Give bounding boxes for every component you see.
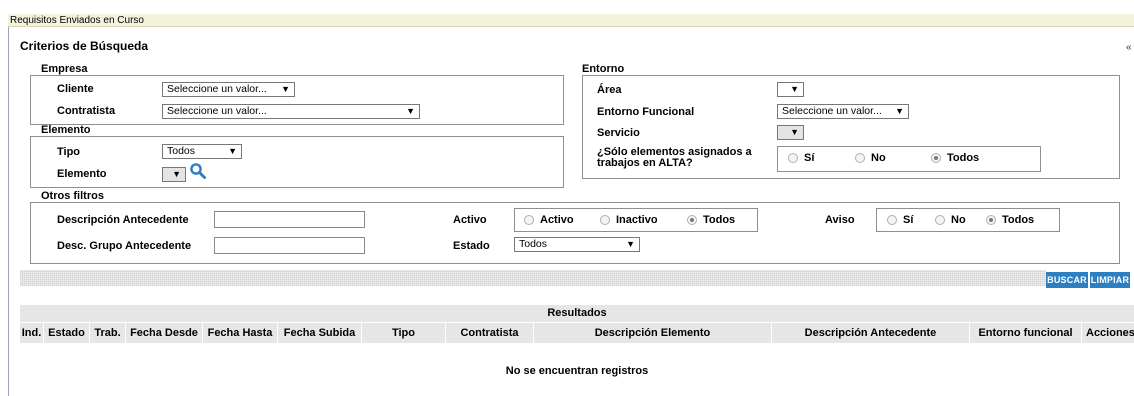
cliente-label: Cliente — [57, 83, 94, 95]
area-select[interactable]: ▼ — [777, 82, 804, 97]
radio-icon[interactable] — [855, 153, 865, 164]
col-ind[interactable]: Ind. — [20, 323, 44, 343]
elemento-legend: Elemento — [41, 124, 91, 136]
radio-selected-icon[interactable] — [687, 215, 697, 226]
radio-icon[interactable] — [524, 215, 534, 226]
radio-icon[interactable] — [887, 215, 897, 226]
empty-message: No se encuentran registros — [505, 365, 649, 377]
aviso-option-no[interactable]: No — [935, 214, 966, 226]
entorno-funcional-select[interactable]: Seleccione un valor... ▼ — [777, 104, 909, 119]
entorno-funcional-select-value: Seleccione un valor... — [782, 105, 882, 117]
entorno-funcional-label: Entorno Funcional — [597, 106, 695, 118]
desc-grupo-label: Desc. Grupo Antecedente — [57, 240, 192, 252]
aviso-option-no-label: No — [951, 214, 966, 227]
chevron-down-icon: ▼ — [790, 84, 799, 94]
estado-select-value: Todos — [519, 238, 548, 250]
activo-label: Activo — [453, 214, 487, 226]
chevron-down-icon: ▼ — [281, 84, 290, 94]
activo-option-inactivo[interactable]: Inactivo — [600, 214, 658, 226]
col-fecha-subida[interactable]: Fecha Subida — [278, 323, 362, 343]
alta-option-todos[interactable]: Todos — [931, 152, 979, 164]
results-title: Resultados — [20, 305, 1134, 322]
tipo-select-value: Todos — [167, 145, 196, 157]
limpiar-button[interactable]: LIMPIAR — [1090, 272, 1130, 288]
chevron-down-icon: ▼ — [895, 106, 904, 116]
chevron-down-icon: ▼ — [172, 169, 181, 179]
cliente-select[interactable]: Seleccione un valor... ▼ — [162, 82, 295, 97]
col-trab[interactable]: Trab. — [90, 323, 126, 343]
col-tipo[interactable]: Tipo — [362, 323, 446, 343]
magnifier-icon[interactable] — [189, 162, 207, 180]
chevron-down-icon: ▼ — [626, 239, 635, 249]
criteria-title: Criterios de Búsqueda — [20, 39, 149, 53]
radio-icon[interactable] — [935, 215, 945, 226]
alta-radio-group — [777, 146, 1041, 172]
area-label: Área — [597, 84, 622, 96]
alta-question-line2: trabajos en ALTA? — [597, 157, 693, 169]
desc-grupo-input[interactable] — [214, 237, 365, 254]
otros-legend: Otros filtros — [41, 190, 104, 202]
collapse-icon[interactable]: « — [1126, 42, 1132, 53]
chevron-down-icon: ▼ — [228, 146, 237, 156]
tipo-select[interactable]: Todos ▼ — [162, 144, 242, 159]
aviso-label: Aviso — [825, 214, 855, 226]
toolbar-strip — [20, 270, 1046, 286]
chevron-down-icon: ▼ — [406, 106, 415, 116]
elemento-fieldset — [30, 136, 564, 188]
col-estado[interactable]: Estado — [44, 323, 90, 343]
desc-antecedente-label: Descripción Antecedente — [57, 214, 189, 226]
alta-option-no[interactable]: No — [855, 152, 886, 164]
elemento-select[interactable]: ▼ — [162, 167, 186, 182]
col-acciones[interactable]: Acciones — [1082, 323, 1134, 343]
chevron-down-icon: ▼ — [790, 127, 799, 137]
col-entorno-funcional[interactable]: Entorno funcional — [970, 323, 1082, 343]
aviso-option-todos[interactable]: Todos — [986, 214, 1034, 226]
activo-option-activo-label: Activo — [540, 214, 574, 227]
aviso-option-si[interactable]: Sí — [887, 214, 913, 226]
estado-label: Estado — [453, 240, 490, 252]
desc-antecedente-input[interactable] — [214, 211, 365, 228]
radio-selected-icon[interactable] — [931, 153, 941, 164]
col-descripcion-antecedente[interactable]: Descripción Antecedente — [772, 323, 970, 343]
alta-option-si-label: Sí — [804, 152, 815, 165]
empresa-legend: Empresa — [41, 63, 88, 75]
estado-select[interactable]: Todos ▼ — [514, 237, 640, 252]
col-descripcion-elemento[interactable]: Descripción Elemento — [534, 323, 772, 343]
servicio-select[interactable]: ▼ — [777, 125, 804, 140]
contratista-select-value: Seleccione un valor... — [167, 105, 267, 117]
col-contratista[interactable]: Contratista — [446, 323, 534, 343]
col-fecha-desde[interactable]: Fecha Desde — [126, 323, 203, 343]
elemento-label: Elemento — [57, 168, 107, 180]
servicio-label: Servicio — [597, 127, 640, 139]
radio-icon[interactable] — [600, 215, 610, 226]
left-border — [8, 27, 9, 396]
activo-option-inactivo-label: Inactivo — [616, 214, 658, 227]
radio-selected-icon[interactable] — [986, 215, 996, 226]
entorno-legend: Entorno — [582, 63, 625, 75]
aviso-option-si-label: Sí — [903, 214, 914, 227]
activo-option-activo[interactable]: Activo — [524, 214, 574, 226]
alta-option-si[interactable]: Sí — [788, 152, 814, 164]
results-header-row: Ind. Estado Trab. Fecha Desde Fecha Hast… — [20, 323, 1134, 343]
col-fecha-hasta[interactable]: Fecha Hasta — [203, 323, 278, 343]
aviso-option-todos-label: Todos — [1002, 214, 1035, 227]
activo-option-todos[interactable]: Todos — [687, 214, 735, 226]
tipo-label: Tipo — [57, 146, 81, 158]
contratista-label: Contratista — [57, 105, 116, 117]
window-title: Requisitos Enviados en Curso — [8, 14, 1134, 27]
radio-icon[interactable] — [788, 153, 798, 164]
activo-option-todos-label: Todos — [703, 214, 736, 227]
buscar-button[interactable]: BUSCAR — [1046, 272, 1088, 288]
alta-option-todos-label: Todos — [947, 152, 980, 165]
contratista-select[interactable]: Seleccione un valor... ▼ — [162, 104, 420, 119]
alta-option-no-label: No — [871, 152, 886, 165]
cliente-select-value: Seleccione un valor... — [167, 83, 267, 95]
alta-question: ¿Sólo elementos asignados a trabajos en … — [597, 147, 752, 169]
